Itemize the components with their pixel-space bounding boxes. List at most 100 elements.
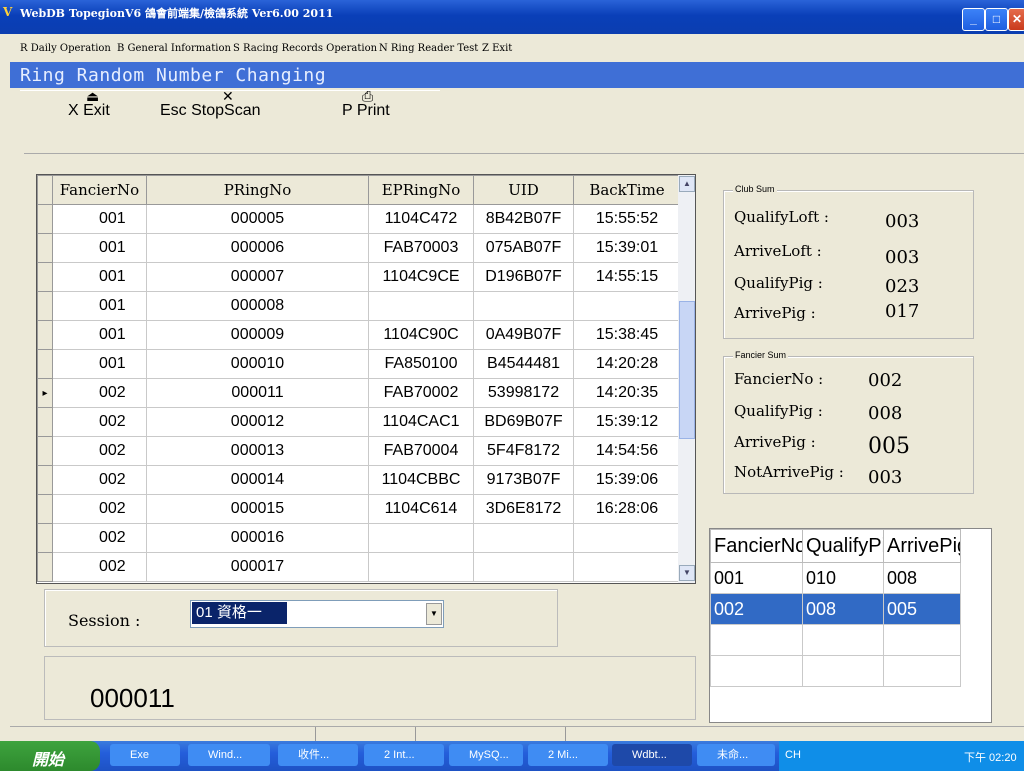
table-cell[interactable]: B4544481 <box>473 349 574 379</box>
column-header[interactable]: BackTime <box>573 175 681 205</box>
summary-cell[interactable] <box>710 624 803 656</box>
table-cell[interactable]: 000009 <box>146 320 369 350</box>
table-cell[interactable]: 002 <box>52 552 147 582</box>
menu-racing-records[interactable]: S Racing Records Operation <box>233 43 377 54</box>
current-row-indicator-icon[interactable]: ▸ <box>37 378 53 408</box>
table-cell[interactable]: 000011 <box>146 378 369 408</box>
row-indicator[interactable] <box>37 349 53 379</box>
table-cell[interactable]: 3D6E8172 <box>473 494 574 524</box>
table-cell[interactable]: 002 <box>52 436 147 466</box>
table-row[interactable]: 001 000006 FAB70003 075AB07F 15:39:01 <box>37 233 681 263</box>
table-cell[interactable]: 001 <box>52 291 147 321</box>
row-indicator[interactable] <box>37 436 53 466</box>
table-cell[interactable]: 000015 <box>146 494 369 524</box>
table-cell[interactable]: FAB70004 <box>368 436 474 466</box>
table-cell[interactable]: 000013 <box>146 436 369 466</box>
table-row[interactable]: 002 000016 <box>37 523 681 553</box>
summary-column-header[interactable]: FancierNo <box>710 529 803 563</box>
table-cell[interactable]: 000005 <box>146 204 369 234</box>
table-row[interactable]: 001 000008 <box>37 291 681 321</box>
task-exe[interactable]: Exe <box>110 744 180 766</box>
table-cell[interactable]: 002 <box>52 465 147 495</box>
table-cell[interactable] <box>573 552 681 582</box>
maximize-button[interactable]: □ <box>985 8 1008 31</box>
table-cell[interactable]: 14:20:35 <box>573 378 681 408</box>
column-header[interactable]: FancierNo <box>52 175 147 205</box>
table-row[interactable]: ▸ 002 000011 FAB70002 53998172 14:20:35 <box>37 378 681 408</box>
row-indicator[interactable] <box>37 262 53 292</box>
table-row[interactable]: 002 000013 FAB70004 5F4F8172 14:54:56 <box>37 436 681 466</box>
scroll-down-icon[interactable]: ▼ <box>679 565 695 581</box>
task-inbox[interactable]: 收件... <box>278 744 358 766</box>
table-cell[interactable] <box>473 552 574 582</box>
column-header[interactable]: PRingNo <box>146 175 369 205</box>
table-cell[interactable] <box>573 291 681 321</box>
table-cell[interactable]: 9173B07F <box>473 465 574 495</box>
scroll-up-icon[interactable]: ▲ <box>679 176 695 192</box>
table-cell[interactable]: 001 <box>52 204 147 234</box>
table-cell[interactable]: 002 <box>52 494 147 524</box>
table-cell[interactable]: D196B07F <box>473 262 574 292</box>
table-cell[interactable]: 15:55:52 <box>573 204 681 234</box>
task-wdbt[interactable]: Wdbt... <box>612 744 692 766</box>
table-cell[interactable]: 000016 <box>146 523 369 553</box>
summary-cell[interactable] <box>802 624 884 656</box>
table-cell[interactable]: 1104C472 <box>368 204 474 234</box>
row-indicator[interactable] <box>37 204 53 234</box>
table-row[interactable]: 002 000014 1104CBBC 9173B07F 15:39:06 <box>37 465 681 495</box>
summary-cell[interactable] <box>883 655 961 687</box>
table-cell[interactable]: 16:28:06 <box>573 494 681 524</box>
row-indicator[interactable] <box>37 320 53 350</box>
table-cell[interactable]: 000017 <box>146 552 369 582</box>
menu-general-information[interactable]: B General Information <box>117 43 231 54</box>
table-cell[interactable]: FAB70002 <box>368 378 474 408</box>
table-row[interactable]: 001 000010 FA850100 B4544481 14:20:28 <box>37 349 681 379</box>
task-untitled[interactable]: 未命... <box>697 744 775 766</box>
table-cell[interactable]: 001 <box>52 349 147 379</box>
table-cell[interactable]: 000012 <box>146 407 369 437</box>
column-header[interactable]: UID <box>473 175 574 205</box>
table-cell[interactable]: 075AB07F <box>473 233 574 263</box>
table-cell[interactable]: 000014 <box>146 465 369 495</box>
row-indicator[interactable] <box>37 523 53 553</box>
table-row[interactable]: 002 000012 1104CAC1 BD69B07F 15:39:12 <box>37 407 681 437</box>
summary-row[interactable]: 002 008 005 <box>710 593 961 625</box>
stopscan-button[interactable]: ✕ Esc StopScan <box>160 88 261 120</box>
table-cell[interactable] <box>573 523 681 553</box>
summary-cell[interactable]: 008 <box>883 562 961 594</box>
table-cell[interactable] <box>473 523 574 553</box>
summary-cell[interactable]: 010 <box>802 562 884 594</box>
session-select[interactable]: 01 資格一 ▼ <box>190 600 444 628</box>
task-word[interactable]: 2 Mi... <box>528 744 608 766</box>
table-cell[interactable]: 15:39:01 <box>573 233 681 263</box>
table-cell[interactable]: 15:39:12 <box>573 407 681 437</box>
table-cell[interactable]: FAB70003 <box>368 233 474 263</box>
table-cell[interactable]: 14:20:28 <box>573 349 681 379</box>
table-cell[interactable] <box>473 291 574 321</box>
table-cell[interactable]: 53998172 <box>473 378 574 408</box>
table-cell[interactable]: 000007 <box>146 262 369 292</box>
print-button[interactable]: ⎙ P Print <box>342 88 390 120</box>
table-cell[interactable]: 1104C9CE <box>368 262 474 292</box>
table-cell[interactable]: BD69B07F <box>473 407 574 437</box>
summary-empty-row[interactable] <box>710 655 961 687</box>
task-window[interactable]: Wind... <box>188 744 270 766</box>
ime-indicator[interactable]: CH <box>785 749 801 761</box>
row-indicator[interactable] <box>37 233 53 263</box>
summary-cell[interactable]: 008 <box>802 593 884 625</box>
table-cell[interactable] <box>368 523 474 553</box>
table-row[interactable]: 001 000005 1104C472 8B42B07F 15:55:52 <box>37 204 681 234</box>
row-indicator[interactable] <box>37 407 53 437</box>
close-button[interactable]: ✕ <box>1008 8 1024 31</box>
table-cell[interactable]: 002 <box>52 407 147 437</box>
fancier-summary-grid[interactable]: FancierNo QualifyPig ArrivePig 001010008… <box>709 528 992 723</box>
summary-row[interactable]: 001 010 008 <box>710 562 961 594</box>
summary-cell[interactable]: 002 <box>710 593 803 625</box>
grid-scrollbar[interactable]: ▲ ▼ <box>678 175 695 583</box>
table-cell[interactable]: 1104C614 <box>368 494 474 524</box>
summary-cell[interactable] <box>802 655 884 687</box>
chevron-down-icon[interactable]: ▼ <box>426 603 442 625</box>
scroll-thumb[interactable] <box>679 301 695 439</box>
table-cell[interactable]: 1104C90C <box>368 320 474 350</box>
table-cell[interactable]: 001 <box>52 262 147 292</box>
